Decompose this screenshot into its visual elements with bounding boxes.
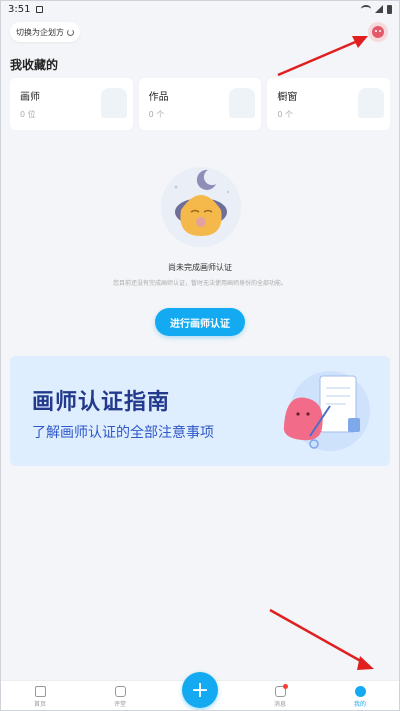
- tab-mine[interactable]: 我的: [320, 681, 400, 711]
- top-arrow-head: [352, 36, 368, 48]
- card-decoration-icon: [229, 88, 256, 118]
- guide-title: 画师认证指南: [32, 390, 171, 415]
- message-icon: [274, 684, 288, 697]
- start-certification-button[interactable]: 进行画师认证: [155, 308, 245, 336]
- tab-messages[interactable]: 消息: [240, 681, 320, 711]
- home-icon: [34, 686, 46, 697]
- top-arrow-line: [277, 38, 361, 77]
- sleeping-mascot-illustration: [161, 167, 241, 247]
- guide-subtitle: 了解画师认证的全部注意事项: [32, 425, 214, 441]
- bottom-arrow-head: [357, 656, 374, 670]
- avatar-icon: [372, 26, 384, 38]
- empty-state-title: 尚未完成画师认证: [168, 263, 232, 272]
- card-decoration-icon: [100, 88, 127, 118]
- certification-guide-banner[interactable]: 画师认证指南 了解画师认证的全部注意事项: [10, 356, 390, 466]
- tab-review[interactable]: 评堂: [80, 681, 160, 711]
- status-time: 3:51: [8, 3, 31, 15]
- chat-icon: [114, 686, 126, 697]
- card-decoration-icon: [358, 88, 385, 118]
- profile-icon: [354, 686, 366, 697]
- status-bar: 3:51: [0, 0, 400, 18]
- notification-icon: [36, 5, 44, 13]
- battery-icon: [387, 4, 392, 14]
- unread-badge: [282, 684, 288, 689]
- refresh-icon: [67, 28, 74, 36]
- bottom-arrow-line: [269, 608, 367, 666]
- tab-label: 首页: [33, 701, 46, 708]
- tab-label: 消息: [273, 701, 286, 708]
- create-button[interactable]: +: [182, 672, 218, 708]
- favorite-card-works[interactable]: 作品 0 个: [138, 78, 262, 130]
- switch-role-label: 切换为企划方: [16, 27, 64, 37]
- switch-role-button[interactable]: 切换为企划方: [10, 22, 80, 42]
- tab-label: 我的: [353, 701, 366, 708]
- signal-icon: [375, 5, 383, 13]
- wifi-icon: [361, 5, 371, 13]
- empty-state-subtitle: 您目前还没有完成画师认证，暂时无法使用画师身份的全部功能。: [112, 280, 287, 287]
- tab-home[interactable]: 首页: [0, 681, 80, 711]
- favorite-card-showcase[interactable]: 橱窗 0 个: [267, 78, 391, 130]
- favorite-card-artists[interactable]: 画师 0 位: [10, 78, 133, 130]
- tab-label: 评堂: [113, 701, 126, 708]
- guide-mascot-illustration: [283, 371, 370, 451]
- favorites-cards: 画师 0 位 作品 0 个 橱窗 0 个: [10, 78, 391, 130]
- favorites-title: 我收藏的: [10, 58, 59, 72]
- status-icons: [361, 4, 392, 14]
- avatar[interactable]: [368, 22, 388, 42]
